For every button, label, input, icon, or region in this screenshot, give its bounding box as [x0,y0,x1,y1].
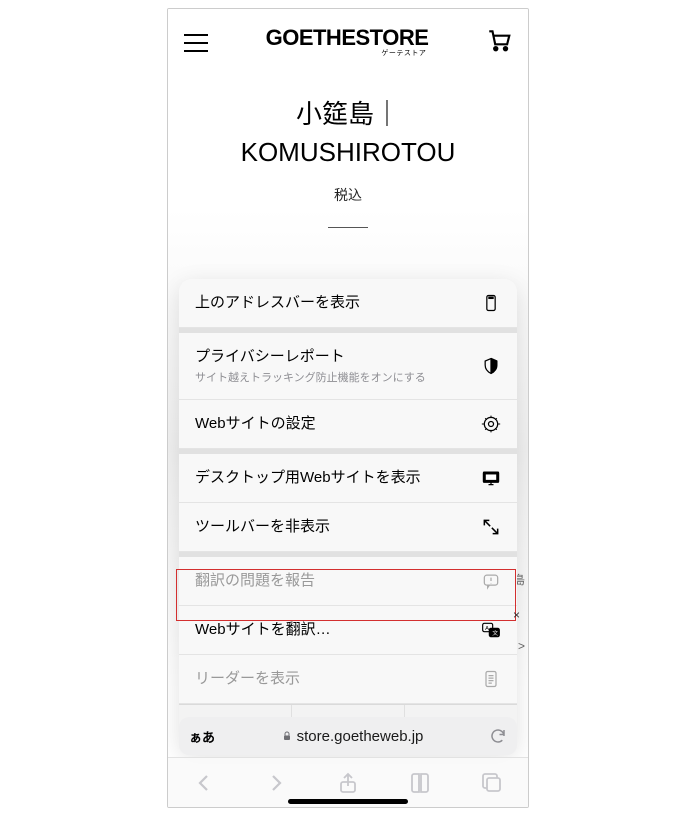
share-icon[interactable] [336,771,360,795]
expand-arrows-icon [481,517,501,537]
site-header: GOETHESTORE ゲーテストア [168,9,528,76]
close-x-icon[interactable]: × [513,608,520,622]
safari-aa-menu: 上のアドレスバーを表示 プライバシーレポート サイト越えトラッキング防止機能をオ… [179,279,517,752]
desktop-icon [481,468,501,488]
svg-text:A: A [485,626,489,632]
menu-item-request-desktop-site[interactable]: デスクトップ用Webサイトを表示 [179,449,517,503]
home-indicator [288,799,408,804]
menu-item-report-translation: 翻訳の問題を報告 [179,552,517,606]
forward-icon[interactable] [264,771,288,795]
hamburger-menu-button[interactable] [184,34,208,52]
divider [328,227,368,228]
menu-item-show-reader: リーダーを表示 [179,655,517,704]
background-text-peek: > [518,639,525,653]
menu-item-show-top-address-bar[interactable]: 上のアドレスバーを表示 [179,279,517,328]
reload-icon[interactable] [489,727,507,745]
tax-label: 税込 [168,185,528,205]
reader-doc-icon [481,669,501,689]
menu-item-website-settings[interactable]: Webサイトの設定 [179,400,517,449]
menu-item-hide-toolbar[interactable]: ツールバーを非表示 [179,503,517,552]
product-title: 小筵島｜ KOMUSHIROTOU [168,96,528,171]
bookmarks-icon[interactable] [408,771,432,795]
report-bubble-icon [481,571,501,591]
cart-icon[interactable] [486,27,512,58]
shield-icon [481,356,501,376]
menu-item-privacy-report[interactable]: プライバシーレポート サイト越えトラッキング防止機能をオンにする [179,328,517,400]
tabs-icon[interactable] [480,771,504,795]
back-icon[interactable] [192,771,216,795]
logo: GOETHESTORE ゲーテストア [266,27,429,58]
gear-icon [481,414,501,434]
url-display[interactable]: store.goetheweb.jp [223,728,481,745]
svg-text:文: 文 [492,629,498,637]
url-bar[interactable]: ぁあ store.goetheweb.jp [179,717,517,755]
lock-icon [281,730,293,742]
translate-icon: A 文 [481,620,501,640]
menu-item-translate-website[interactable]: Webサイトを翻訳… A 文 [179,606,517,655]
aa-button[interactable]: ぁあ [189,727,215,746]
phone-rect-icon [481,293,501,313]
